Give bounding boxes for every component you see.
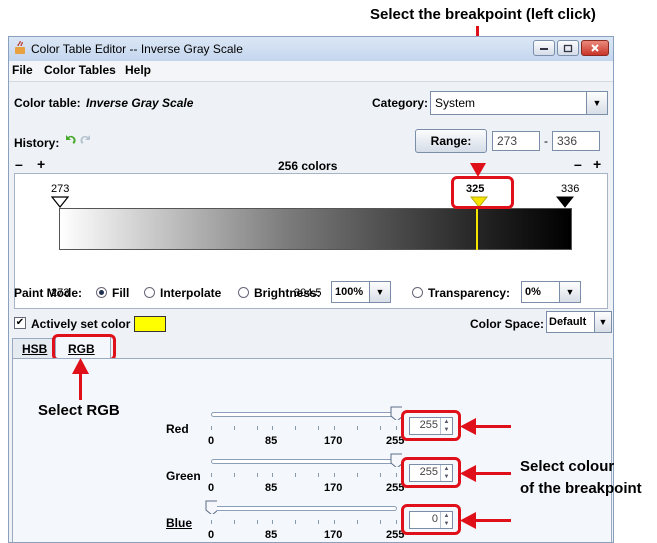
callout-arrow-red [475, 425, 511, 428]
rgb-tab-highlight-box [52, 334, 116, 361]
callout-arrow-rgb [79, 372, 82, 400]
green-slider[interactable] [211, 459, 397, 464]
red-tick-85: 85 [265, 435, 278, 447]
chevron-down-icon[interactable]: ▼ [594, 312, 611, 332]
range-separator: - [544, 134, 548, 148]
green-tick-170: 170 [324, 482, 343, 494]
close-button[interactable] [581, 40, 609, 56]
arrow-down-icon [470, 163, 486, 177]
actively-set-color-label: Actively set color [31, 317, 131, 331]
color-space-value: Default [549, 316, 587, 328]
chevron-down-icon[interactable]: ▼ [369, 282, 390, 302]
blue-slider-ticks [211, 520, 397, 526]
tab-hsb-label: HSB [22, 342, 48, 356]
blue-tick-170: 170 [324, 529, 343, 541]
green-tick-85: 85 [265, 482, 278, 494]
blue-label: Blue [166, 516, 193, 530]
brightness-value: 100% [335, 286, 364, 298]
tab-hsb[interactable]: HSB [12, 338, 54, 358]
brightness-select[interactable]: 100% ▼ [331, 281, 391, 303]
callout-arrow-blue [475, 519, 511, 522]
arrow-left-icon [460, 465, 476, 482]
green-label: Green [166, 469, 201, 483]
green-slider-ticks [211, 473, 397, 479]
callout-colour-line1: Select colour [520, 458, 615, 475]
red-value-highlight-box [401, 410, 461, 441]
menu-bar: File Color Tables Help [9, 61, 613, 82]
menu-file[interactable]: File [12, 63, 33, 77]
redo-icon[interactable] [79, 134, 92, 147]
transparency-select[interactable]: 0% ▼ [521, 281, 581, 303]
transparency-label: Transparency: [428, 286, 511, 300]
chevron-down-icon[interactable]: ▼ [559, 282, 580, 302]
zoom-out-left[interactable]: – [15, 156, 23, 172]
range-min-field[interactable]: 273 [492, 131, 540, 151]
radio-interpolate[interactable] [144, 287, 155, 298]
history-label: History: [14, 136, 60, 150]
gradient-bar[interactable] [59, 208, 572, 250]
callout-rgb: Select RGB [38, 402, 120, 419]
callout-breakpoint: Select the breakpoint (left click) [370, 6, 596, 23]
color-space-label: Color Space: [470, 317, 545, 331]
zoom-in-left[interactable]: + [37, 156, 45, 172]
red-label: Red [166, 422, 189, 436]
green-value-highlight-box [401, 457, 461, 488]
color-table-name: Inverse Gray Scale [86, 96, 194, 110]
category-value: System [435, 96, 476, 110]
title-bar: Color Table Editor -- Inverse Gray Scale [9, 37, 613, 62]
arrow-up-icon [72, 358, 89, 374]
window-title: Color Table Editor -- Inverse Gray Scale [31, 42, 243, 56]
arrow-left-icon [460, 418, 476, 435]
chevron-down-icon[interactable]: ▼ [586, 92, 607, 114]
zoom-out-right[interactable]: – [574, 156, 582, 172]
blue-tick-85: 85 [265, 529, 278, 541]
breakpoint-highlight-box [451, 176, 514, 209]
callout-colour-line2: of the breakpoint [520, 480, 642, 497]
color-space-select[interactable]: Default ▼ [546, 311, 612, 333]
top-label-max: 336 [561, 183, 580, 195]
radio-brightness[interactable] [238, 287, 249, 298]
maximize-button[interactable] [557, 40, 579, 56]
blue-slider-thumb[interactable] [205, 500, 217, 514]
arrow-left-icon [460, 512, 476, 529]
category-label: Category: [372, 96, 429, 110]
selected-breakpoint-line [476, 208, 478, 250]
paint-mode-label: Paint Mode: [14, 286, 82, 300]
minimize-button[interactable] [533, 40, 555, 56]
callout-arrow-green [475, 472, 511, 475]
radio-interpolate-label: Interpolate [160, 286, 222, 300]
rgb-tab-panel: Red 0 85 170 255 255 ▲ ▼ Green 0 85 170 2… [12, 358, 612, 542]
breakpoint-max-marker[interactable] [556, 196, 574, 208]
blue-tick-0: 0 [208, 529, 215, 541]
radio-brightness-label: Brightness: [254, 286, 321, 300]
category-select[interactable]: System ▼ [430, 91, 608, 115]
active-color-swatch[interactable] [134, 316, 166, 332]
radio-fill[interactable] [96, 287, 107, 298]
java-app-icon [14, 40, 28, 55]
top-label-min: 273 [51, 183, 70, 195]
red-slider[interactable] [211, 412, 397, 417]
range-button[interactable]: Range: [415, 129, 487, 153]
range-max-field[interactable]: 336 [552, 131, 600, 151]
red-tick-0: 0 [208, 435, 215, 447]
color-table-label: Color table: [14, 96, 81, 110]
blue-slider[interactable] [211, 506, 397, 511]
red-slider-ticks [211, 426, 397, 432]
actively-set-color-checkbox[interactable]: ✔ [14, 317, 26, 329]
radio-transparency[interactable] [412, 287, 423, 298]
undo-icon[interactable] [64, 134, 77, 147]
colors-count: 256 colors [278, 159, 338, 173]
menu-color-tables[interactable]: Color Tables [44, 63, 116, 77]
breakpoint-min-marker[interactable] [51, 196, 69, 208]
blue-value-highlight-box [401, 504, 461, 535]
zoom-in-right[interactable]: + [593, 156, 601, 172]
radio-fill-label: Fill [112, 286, 130, 300]
menu-help[interactable]: Help [125, 63, 151, 77]
red-tick-170: 170 [324, 435, 343, 447]
green-tick-0: 0 [208, 482, 215, 494]
transparency-value: 0% [525, 286, 541, 298]
